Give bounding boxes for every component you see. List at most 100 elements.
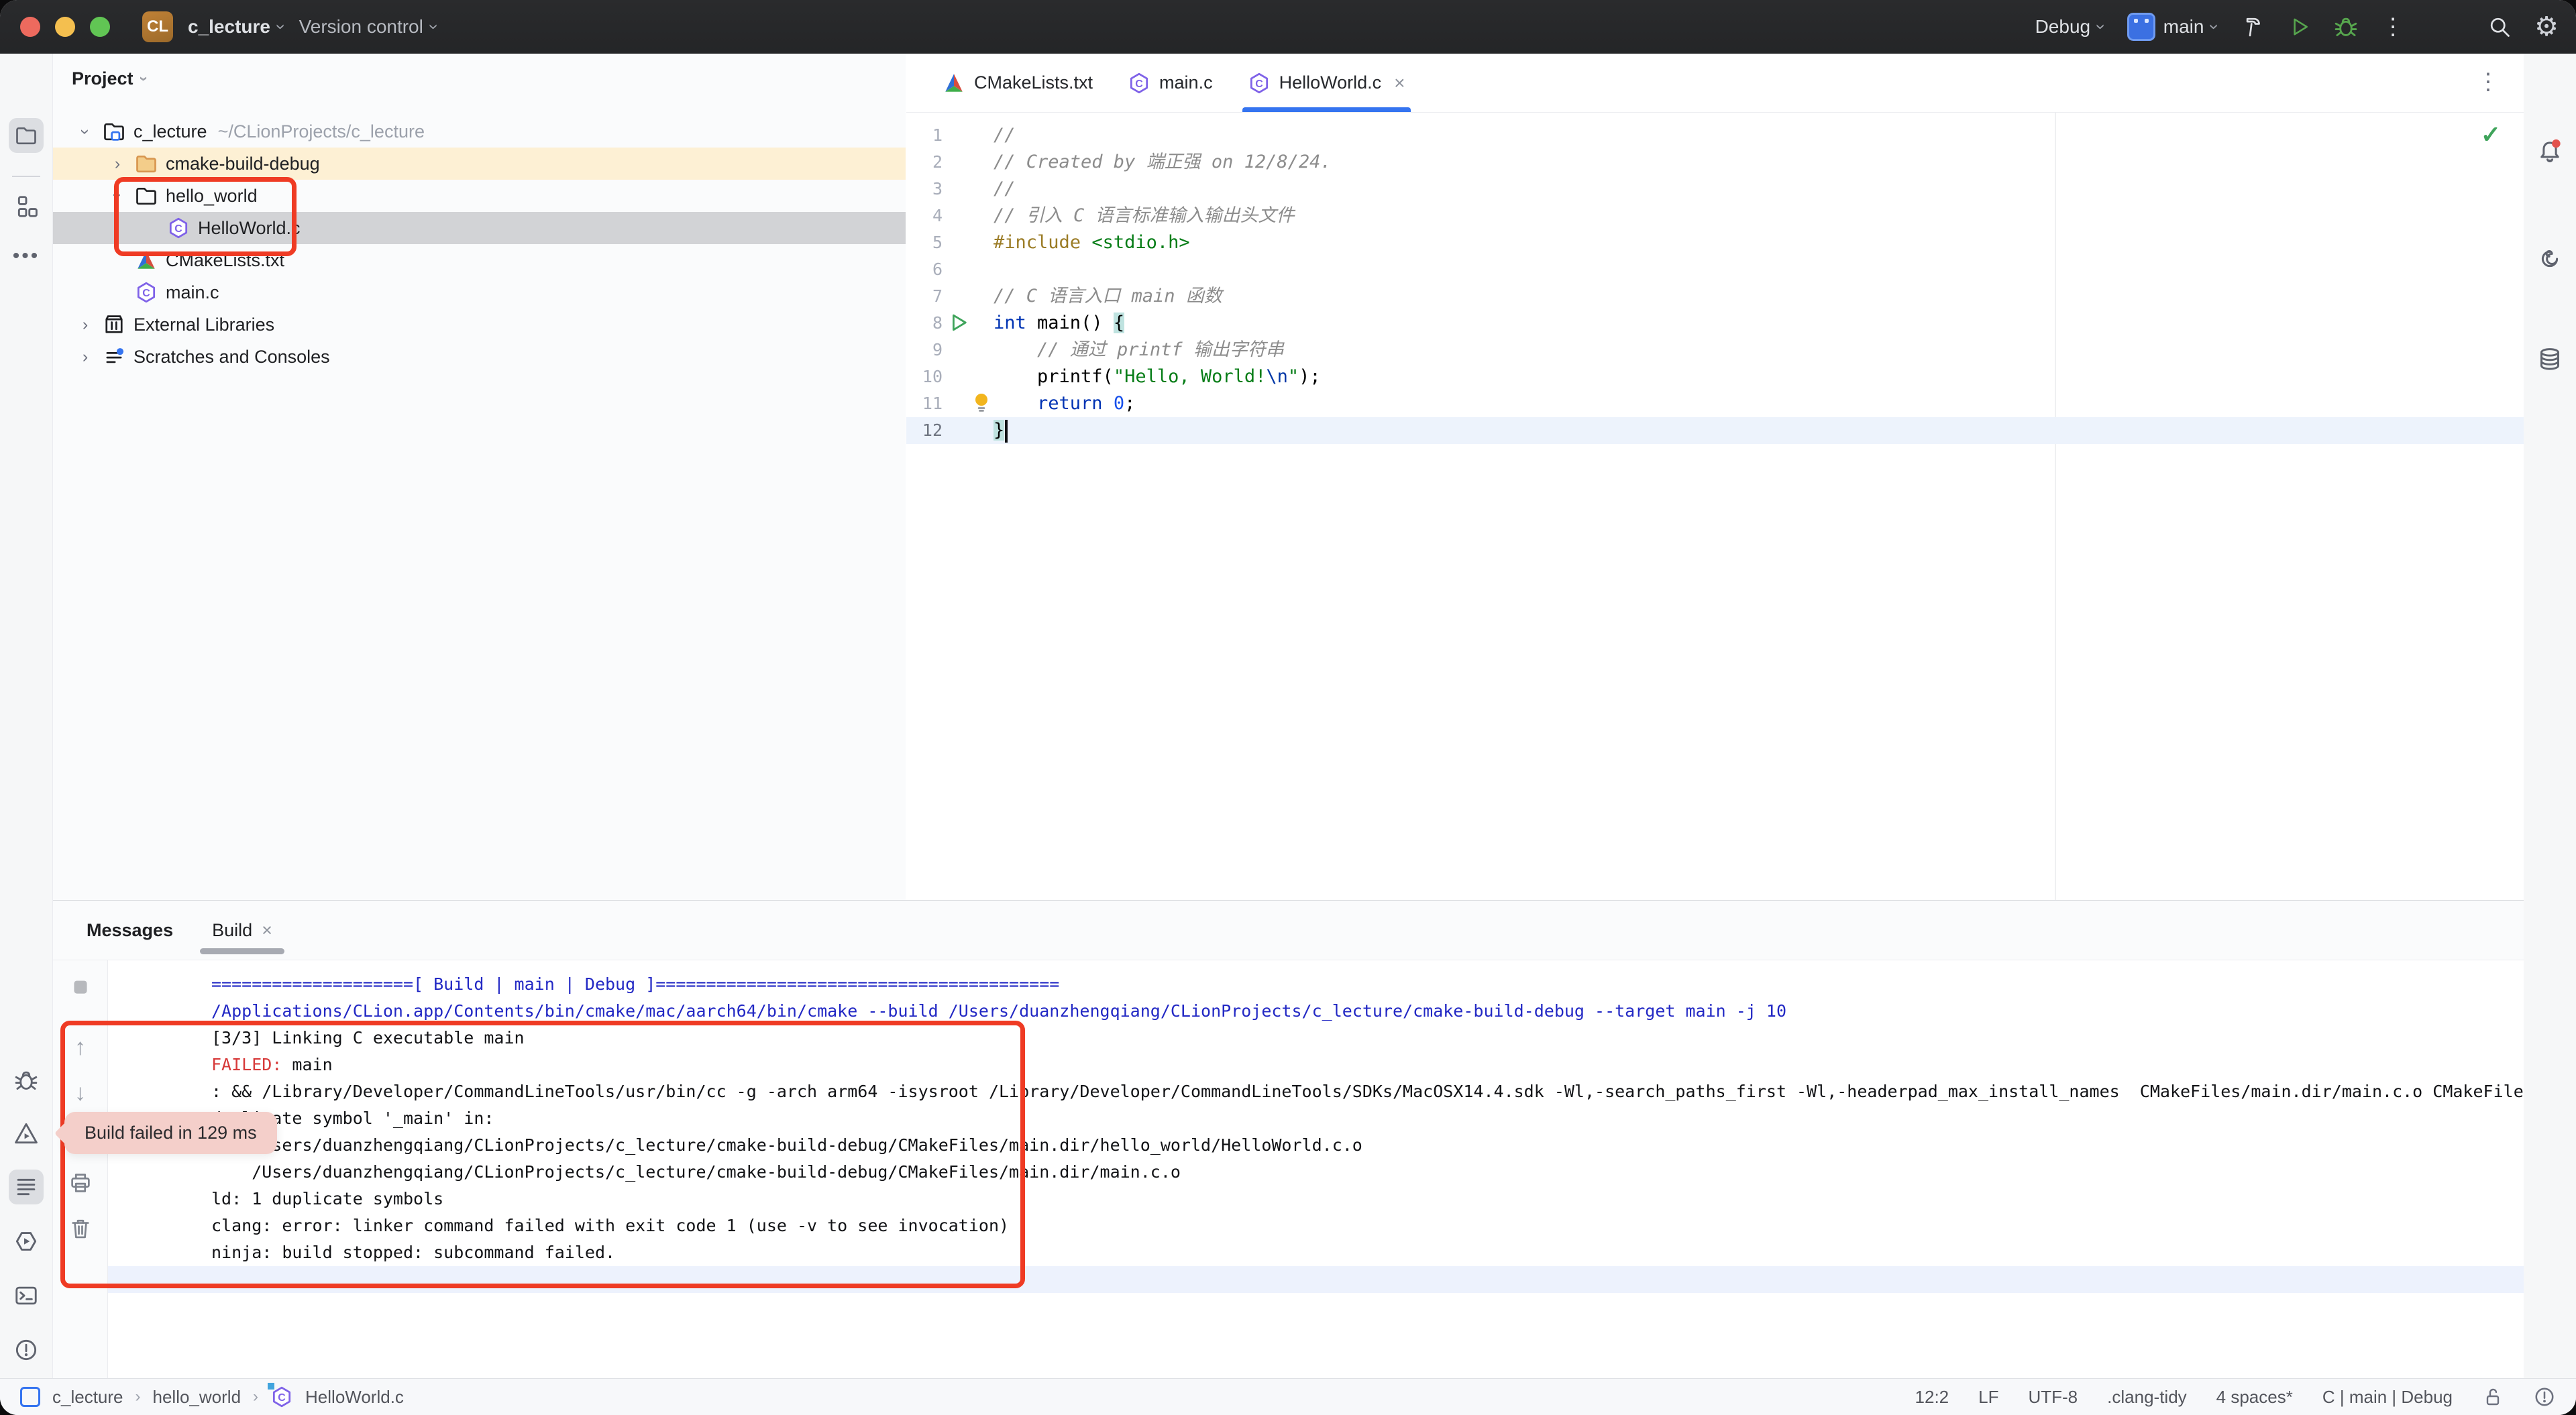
code-text: #include <stdio.h>: [994, 229, 1190, 256]
status-item--clang-tidy[interactable]: .clang-tidy: [2107, 1387, 2187, 1408]
more-actions-icon[interactable]: ⋮: [2381, 13, 2404, 40]
breadcrumb-separator: ›: [253, 1388, 258, 1406]
run-config-selector[interactable]: main ›: [2127, 13, 2218, 41]
close-tab-icon[interactable]: ×: [1394, 72, 1405, 94]
editor-tab-label: HelloWorld.c: [1279, 72, 1382, 93]
close-tab-icon[interactable]: ×: [262, 920, 272, 941]
tree-item-cmakelists-txt[interactable]: CMakeLists.txt: [53, 244, 906, 276]
readonly-lock-icon[interactable]: [2482, 1386, 2504, 1408]
profiler-toolwindow-icon[interactable]: [13, 1121, 39, 1146]
line-number: 4: [906, 203, 943, 229]
problems-toolwindow-icon[interactable]: [13, 1337, 39, 1363]
settings-gear-icon[interactable]: ⚙: [2534, 11, 2559, 42]
code-line-12[interactable]: 12}: [906, 417, 2524, 444]
editor-tab-main-c[interactable]: Cmain.c: [1110, 54, 1230, 112]
tree-item-scratches-and-consoles[interactable]: ›Scratches and Consoles: [53, 341, 906, 373]
code-line-10[interactable]: 10 printf("Hello, World!\n");: [906, 363, 2524, 390]
line-number: 12: [906, 417, 943, 444]
stop-icon[interactable]: [69, 976, 92, 999]
build-hammer-icon[interactable]: [2241, 15, 2265, 39]
tree-item-cmake-build-debug[interactable]: ›cmake-build-debug: [53, 148, 906, 180]
close-window-button[interactable]: [20, 17, 40, 37]
notifications-bell-icon[interactable]: [2536, 138, 2563, 165]
cfile-icon: C: [1128, 72, 1150, 95]
panel-tab-build[interactable]: Build×: [197, 901, 287, 960]
prev-message-icon[interactable]: ↑: [74, 1035, 86, 1061]
more-toolwindows-icon[interactable]: •••: [13, 245, 40, 268]
terminal-toolwindow-icon[interactable]: [13, 1283, 39, 1308]
chevron-collapsed-icon[interactable]: ›: [103, 154, 132, 174]
next-message-icon[interactable]: ↓: [74, 1080, 86, 1107]
breadcrumb-item-hello-world[interactable]: hello_world: [153, 1387, 241, 1408]
code-line-3[interactable]: 3//: [906, 176, 2524, 203]
code-line-9[interactable]: 9 // 通过 printf 输出字符串: [906, 337, 2524, 363]
chevron-down-icon: ›: [2092, 24, 2110, 30]
tree-item-label: c_lecture: [133, 121, 207, 142]
code-line-6[interactable]: 6: [906, 256, 2524, 283]
code-line-4[interactable]: 4// 引入 C 语言标准输入输出头文件: [906, 203, 2524, 229]
run-icon[interactable]: [2288, 15, 2310, 38]
build-console[interactable]: ====================[ Build | main | Deb…: [108, 960, 2524, 1379]
project-menu[interactable]: c_lecture ›: [188, 16, 284, 38]
minimize-window-button[interactable]: [55, 17, 75, 37]
status-item-4-spaces-[interactable]: 4 spaces*: [2216, 1387, 2293, 1408]
breadcrumb-item-helloworld-c[interactable]: HelloWorld.c: [305, 1387, 404, 1408]
editor-tab-cmakelists-txt[interactable]: CMakeLists.txt: [925, 54, 1110, 112]
build-toolwindow-icon[interactable]: [13, 1174, 39, 1200]
editor-options-icon[interactable]: ⋮: [2477, 68, 2500, 95]
vcs-menu[interactable]: Version control ›: [299, 16, 437, 38]
breadcrumb-item-c-lecture[interactable]: c_lecture: [52, 1387, 123, 1408]
debug-icon[interactable]: [2333, 14, 2359, 40]
code-line-1[interactable]: 1 //: [906, 122, 2524, 149]
svg-text:C: C: [142, 288, 150, 299]
code-text: //: [994, 176, 1016, 203]
debug-toolwindow-icon[interactable]: [13, 1068, 39, 1093]
code-line-7[interactable]: 7// C 语言入口 main 函数: [906, 283, 2524, 310]
panel-tab-messages[interactable]: Messages: [72, 901, 188, 960]
project-panel-header[interactable]: Project ›: [72, 68, 146, 89]
text-caret: [1005, 420, 1008, 443]
editor-tab-helloworld-c[interactable]: CHelloWorld.c×: [1230, 54, 1423, 112]
intention-bulb-icon[interactable]: [971, 392, 992, 413]
error-indicator-icon[interactable]: [2533, 1385, 2556, 1408]
project-toolwindow-icon[interactable]: [14, 123, 38, 148]
clear-all-icon[interactable]: [68, 1216, 93, 1241]
code-line-8[interactable]: 8int main() {: [906, 310, 2524, 337]
status-item-lf[interactable]: LF: [1978, 1387, 1998, 1408]
tree-item-external-libraries[interactable]: ›External Libraries: [53, 308, 906, 341]
project-panel: Project › ›c_lecture~/CLionProjects/c_le…: [53, 54, 906, 900]
code-line-2[interactable]: 2// Created by 端正强 on 12/8/24.: [906, 149, 2524, 176]
tree-item-main-c[interactable]: Cmain.c: [53, 276, 906, 308]
chevron-collapsed-icon[interactable]: ›: [70, 315, 100, 335]
stripe-divider: [12, 176, 40, 177]
console-line: clang: error: linker command failed with…: [211, 1212, 2524, 1239]
line-number: 1: [906, 122, 943, 149]
chevron-down-icon: ›: [425, 24, 443, 30]
status-item-c-main-debug[interactable]: C | main | Debug: [2322, 1387, 2453, 1408]
code-text: //: [994, 122, 1016, 149]
status-item-12-2[interactable]: 12:2: [1915, 1387, 1949, 1408]
code-area[interactable]: 1 //2// Created by 端正强 on 12/8/24.3//4// …: [906, 113, 2524, 900]
code-text: int main() {: [994, 310, 1124, 337]
services-toolwindow-icon[interactable]: [13, 1229, 39, 1254]
code-text: return 0;: [994, 390, 1135, 417]
build-type-selector[interactable]: Debug ›: [2035, 16, 2104, 38]
code-line-5[interactable]: 5#include <stdio.h>: [906, 229, 2524, 256]
tree-item-helloworld-c[interactable]: CHelloWorld.c: [53, 212, 906, 244]
database-toolwindow-icon[interactable]: [2536, 346, 2563, 373]
console-line: ninja: build stopped: subcommand failed.: [211, 1239, 2524, 1266]
chevron-expanded-icon[interactable]: ›: [108, 181, 127, 211]
commit-structure-icon[interactable]: [13, 194, 39, 219]
ai-assistant-icon[interactable]: [2536, 245, 2563, 272]
tree-item-hello-world[interactable]: ›hello_world: [53, 180, 906, 212]
code-line-11[interactable]: 11 return 0;: [906, 390, 2524, 417]
run-main-gutter-icon[interactable]: [948, 313, 968, 333]
tree-item-c-lecture[interactable]: ›c_lecture~/CLionProjects/c_lecture: [53, 115, 906, 148]
build-failed-tooltip-text: Build failed in 129 ms: [85, 1123, 257, 1143]
chevron-collapsed-icon[interactable]: ›: [70, 347, 100, 367]
status-item-utf-8[interactable]: UTF-8: [2028, 1387, 2078, 1408]
print-icon[interactable]: [68, 1171, 93, 1195]
chevron-expanded-icon[interactable]: ›: [76, 117, 95, 146]
zoom-window-button[interactable]: [90, 17, 110, 37]
search-icon[interactable]: [2487, 15, 2512, 39]
